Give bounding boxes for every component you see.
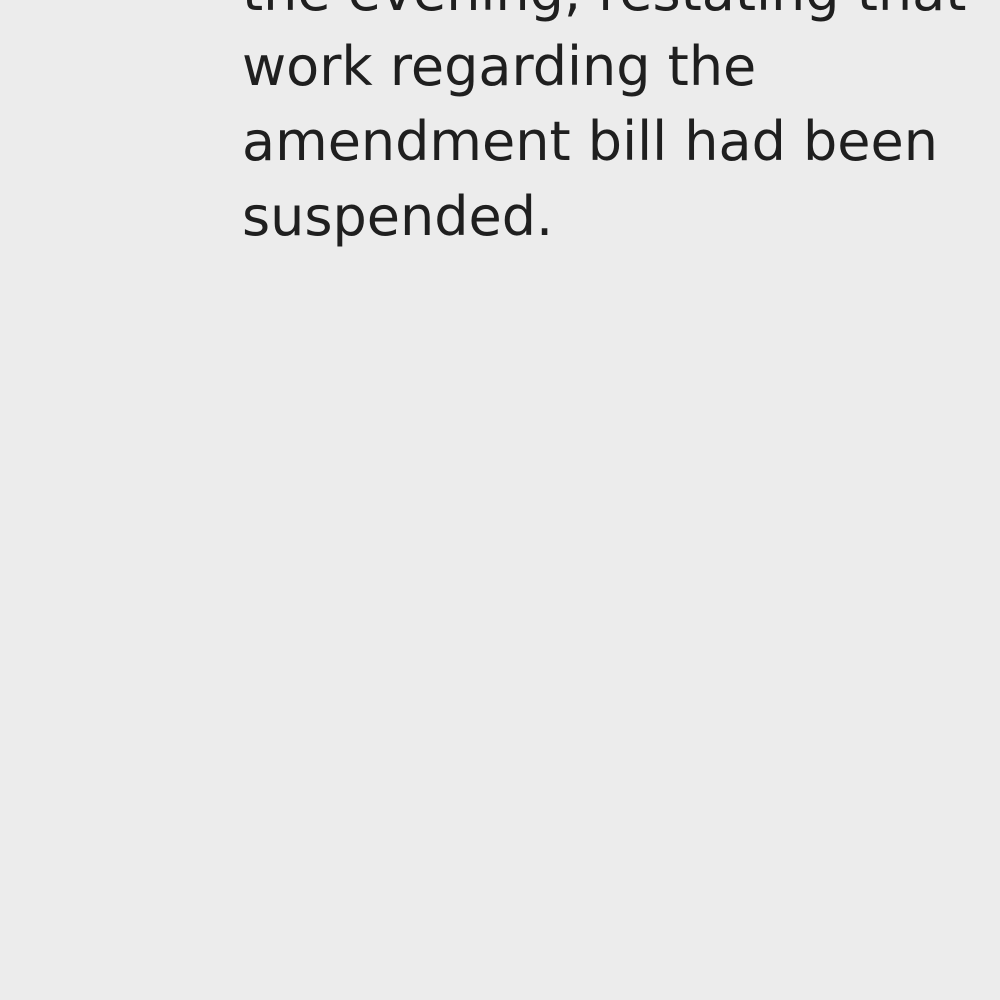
article-line-1: the evening, restating that: [242, 0, 982, 29]
article-paragraph: the evening, restating that work regardi…: [242, 0, 982, 254]
article-line-4: suspended.: [242, 185, 554, 248]
article-line-3: amendment bill had been: [242, 110, 938, 173]
page: the evening, restating that work regardi…: [0, 0, 1000, 1000]
article-line-2: work regarding the: [242, 35, 757, 98]
